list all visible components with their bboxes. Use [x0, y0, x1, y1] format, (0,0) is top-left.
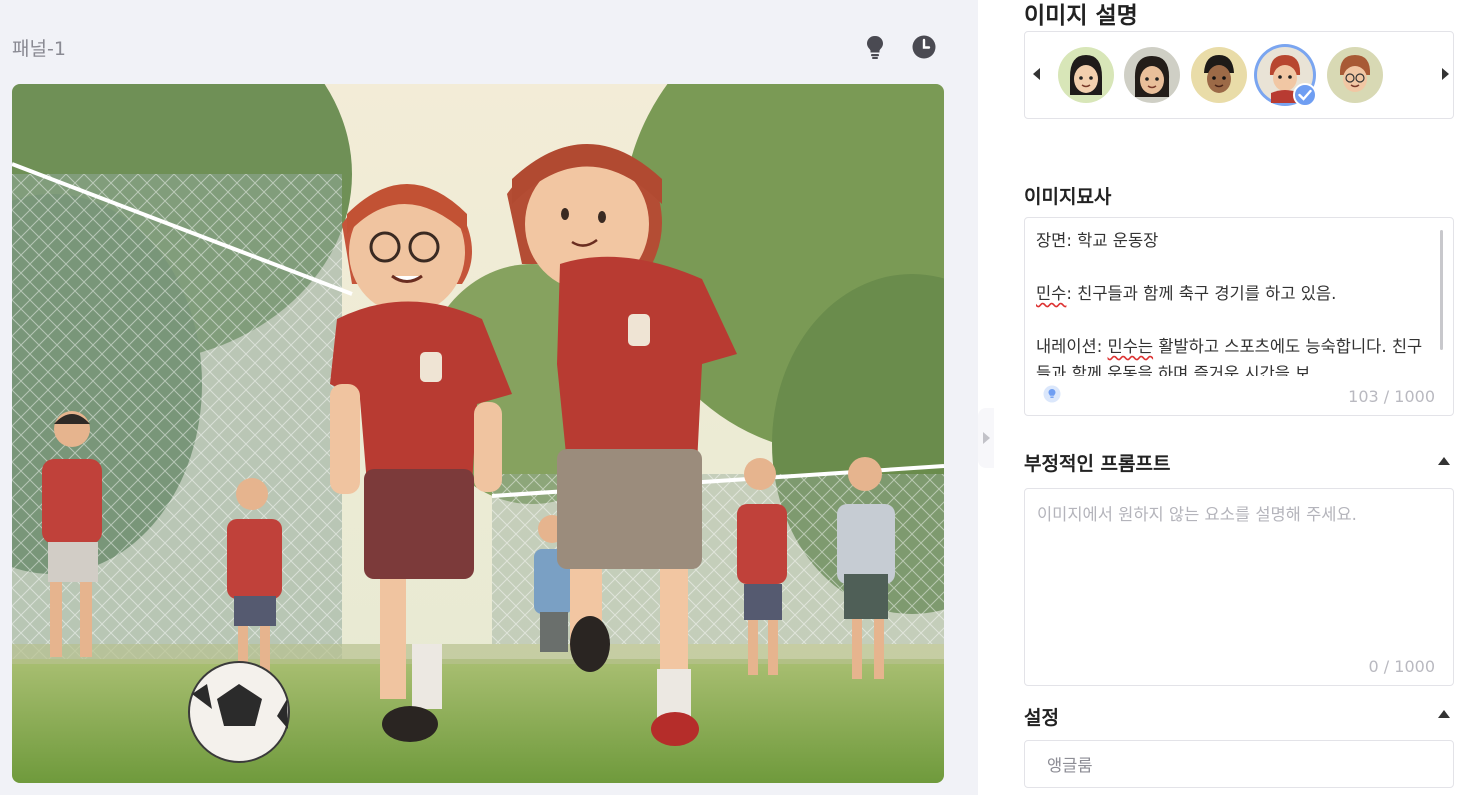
- character-avatar-3[interactable]: [1191, 47, 1247, 103]
- character-carousel: [1024, 31, 1454, 119]
- description-section-title: 이미지묘사: [1024, 186, 1112, 208]
- negative-prompt-placeholder: 이미지에서 원하지 않는 요소를 설명해 주세요.: [1037, 505, 1357, 524]
- character-avatar-5[interactable]: [1327, 47, 1383, 103]
- carousel-next-button[interactable]: [1439, 66, 1451, 82]
- negative-prompt-char-counter: 0 / 1000: [1368, 657, 1435, 676]
- character-avatar-2[interactable]: [1124, 47, 1180, 103]
- character-name-minsu: 민수: [1036, 284, 1067, 303]
- narration-label: 내레이션:: [1036, 337, 1108, 356]
- carousel-prev-button[interactable]: [1031, 66, 1043, 82]
- lightbulb-icon[interactable]: [862, 34, 888, 60]
- girl-portrait-icon: [1125, 48, 1179, 102]
- panel-title: 패널-1: [12, 38, 66, 60]
- description-char-counter: 103 / 1000: [1348, 387, 1435, 406]
- chevron-left-icon: [1033, 68, 1040, 80]
- ai-assist-icon[interactable]: [1043, 385, 1061, 403]
- style-select-value: 앵글룸: [1047, 756, 1093, 775]
- settings-title: 설정: [1024, 707, 1059, 729]
- panel-collapse-handle[interactable]: [978, 408, 994, 468]
- description-line-scene: 장면: 학교 운동장: [1036, 231, 1159, 250]
- soccer-scene-illustration: [12, 84, 944, 783]
- description-text: 장면: 학교 운동장 민수: 친구들과 함께 축구 경기를 하고 있음. 내레이…: [1036, 228, 1434, 376]
- canvas-panel: 패널-1: [0, 0, 978, 795]
- girl-portrait-icon: [1059, 48, 1113, 102]
- clock-icon[interactable]: [911, 34, 937, 60]
- character-name-minsu-narration: 민수는: [1107, 337, 1154, 356]
- image-description-textarea[interactable]: 장면: 학교 운동장 민수: 친구들과 함께 축구 경기를 하고 있음. 내레이…: [1024, 217, 1454, 416]
- boy-glasses-portrait-icon: [1328, 48, 1382, 102]
- character-avatar-4[interactable]: [1257, 47, 1317, 107]
- negative-prompt-title: 부정적인 프롬프트: [1024, 453, 1171, 475]
- character-avatar-1[interactable]: [1058, 47, 1114, 103]
- negative-prompt-collapse-button[interactable]: [1438, 457, 1450, 465]
- style-select[interactable]: 앵글룸: [1024, 740, 1454, 788]
- soccer-ball: [188, 661, 290, 763]
- selected-check-icon: [1293, 83, 1317, 107]
- textarea-scrollbar[interactable]: [1440, 230, 1443, 350]
- settings-panel: 이미지 설명 이미지묘사 장면: 학교 운동장 민수: 친구들과 함께 축구 경…: [994, 0, 1465, 795]
- boy-portrait-icon: [1192, 48, 1246, 102]
- image-description-title: 이미지 설명: [1024, 3, 1138, 29]
- negative-prompt-textarea[interactable]: 이미지에서 원하지 않는 요소를 설명해 주세요. 0 / 1000: [1024, 488, 1454, 686]
- chevron-right-icon: [983, 432, 990, 444]
- settings-collapse-button[interactable]: [1438, 710, 1450, 718]
- description-line-character: : 친구들과 함께 축구 경기를 하고 있음.: [1066, 284, 1337, 303]
- chevron-right-icon: [1442, 68, 1449, 80]
- generated-image[interactable]: [12, 84, 944, 783]
